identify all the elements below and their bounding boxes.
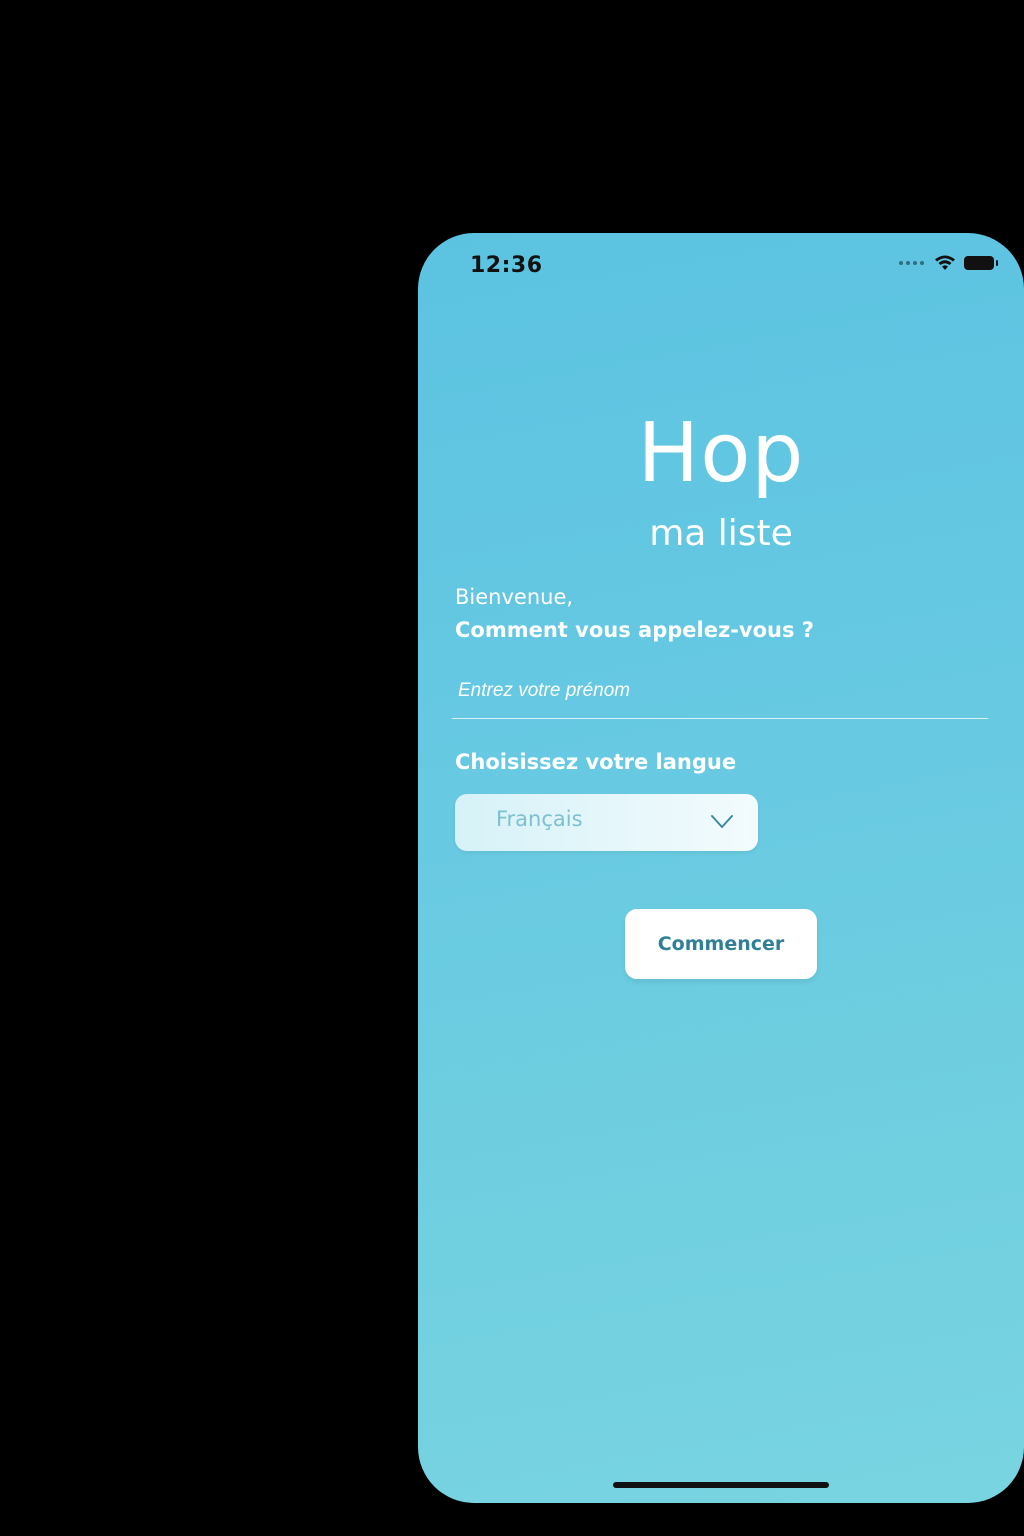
wifi-icon: [935, 255, 955, 270]
phone-screen: 12:36 Hop ma liste Bienvenue, Comment vo…: [418, 233, 1024, 1503]
status-icons: [899, 255, 998, 271]
battery-icon: [964, 256, 998, 270]
status-bar: 12:36: [418, 233, 1024, 297]
app-logo-title: Hop: [637, 406, 805, 501]
signal-icon: [899, 261, 924, 265]
first-name-input[interactable]: [452, 663, 988, 719]
screen-backdrop: 12:36 Hop ma liste Bienvenue, Comment vo…: [0, 0, 1024, 1536]
home-indicator[interactable]: [613, 1482, 829, 1488]
status-time: 12:36: [470, 253, 543, 278]
language-selected-value: Français: [496, 807, 583, 831]
name-question: Comment vous appelez-vous ?: [455, 618, 814, 642]
language-select[interactable]: Français: [455, 794, 758, 851]
welcome-text: Bienvenue,: [455, 585, 574, 609]
app-logo-subtitle: ma liste: [649, 513, 793, 554]
language-label: Choisissez votre langue: [455, 750, 737, 774]
start-button[interactable]: Commencer: [625, 909, 817, 979]
chevron-down-icon: [711, 815, 733, 828]
